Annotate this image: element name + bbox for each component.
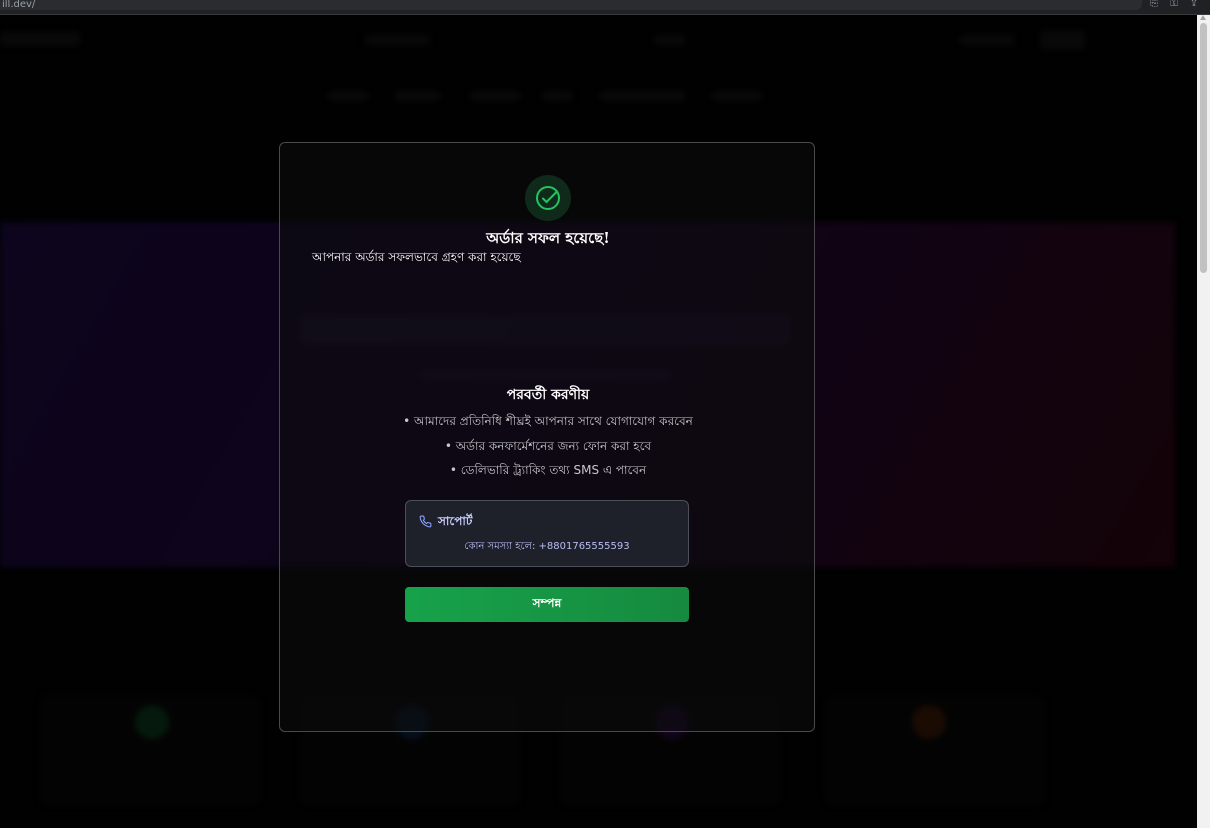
address-bar[interactable]: ill.dev/ [0, 0, 1142, 10]
next-step-item: • আমাদের প্রতিনিধি শীঘ্রই আপনার সাথে যোগ… [403, 414, 693, 428]
support-title: সাপোর্ট [438, 514, 473, 528]
modal-subtitle: আপনার অর্ডার সফলভাবে গ্রহণ করা হয়েছে [312, 250, 521, 264]
key-icon[interactable]: ⚿ [1168, 0, 1180, 10]
share-icon[interactable]: ⇪ [1188, 0, 1200, 10]
page-scrollbar[interactable] [1197, 15, 1210, 828]
next-step-item: • ডেলিভারি ট্র্যাকিং তথ্য SMS এ পাবেন [449, 463, 647, 477]
scroll-up-arrow-icon[interactable] [1200, 15, 1206, 20]
done-button[interactable]: সম্পন্ন [405, 587, 689, 622]
success-badge [525, 175, 571, 221]
check-circle-icon [536, 186, 560, 210]
phone-icon [419, 515, 432, 528]
extensions-icon[interactable]: ⎘ [1148, 0, 1160, 10]
scroll-thumb[interactable] [1200, 23, 1207, 273]
page-viewport: অর্ডার সফল হয়েছে! আপনার অর্ডার সফলভাবে … [0, 15, 1197, 828]
browser-toolbar: ill.dev/ ⎘ ⚿ ⇪ [0, 0, 1210, 15]
support-phone-text: কোন সমস্যা হলে: +8801765555593 [464, 541, 630, 552]
support-box: সাপোর্ট কোন সমস্যা হলে: +8801765555593 [405, 500, 689, 567]
order-success-modal: অর্ডার সফল হয়েছে! আপনার অর্ডার সফলভাবে … [279, 142, 815, 732]
next-step-item: • অর্ডার কনফার্মেশনের জন্য ফোন করা হবে [444, 439, 652, 453]
next-steps-title: পরবর্তী করণীয় [506, 387, 590, 403]
